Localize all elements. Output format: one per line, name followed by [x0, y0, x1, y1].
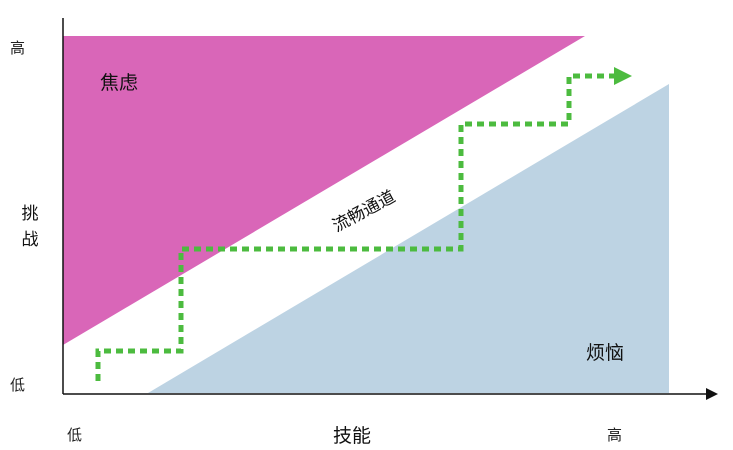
y-axis-high-label: 高	[10, 39, 26, 57]
x-axis-arrowhead	[706, 388, 718, 400]
x-axis-high-label: 高	[607, 426, 623, 444]
x-axis-low-label: 低	[67, 426, 83, 444]
arrow-right-icon	[614, 67, 632, 85]
y-axis-low-label: 低	[10, 376, 26, 394]
x-axis-title: 技能	[333, 425, 372, 447]
y-axis-title: 挑 战	[20, 201, 40, 253]
anxiety-label: 焦虑	[100, 72, 139, 94]
boredom-label: 烦恼	[586, 342, 625, 364]
y-axis-title-char: 挑	[21, 204, 39, 224]
y-axis-title-char: 战	[21, 230, 39, 250]
